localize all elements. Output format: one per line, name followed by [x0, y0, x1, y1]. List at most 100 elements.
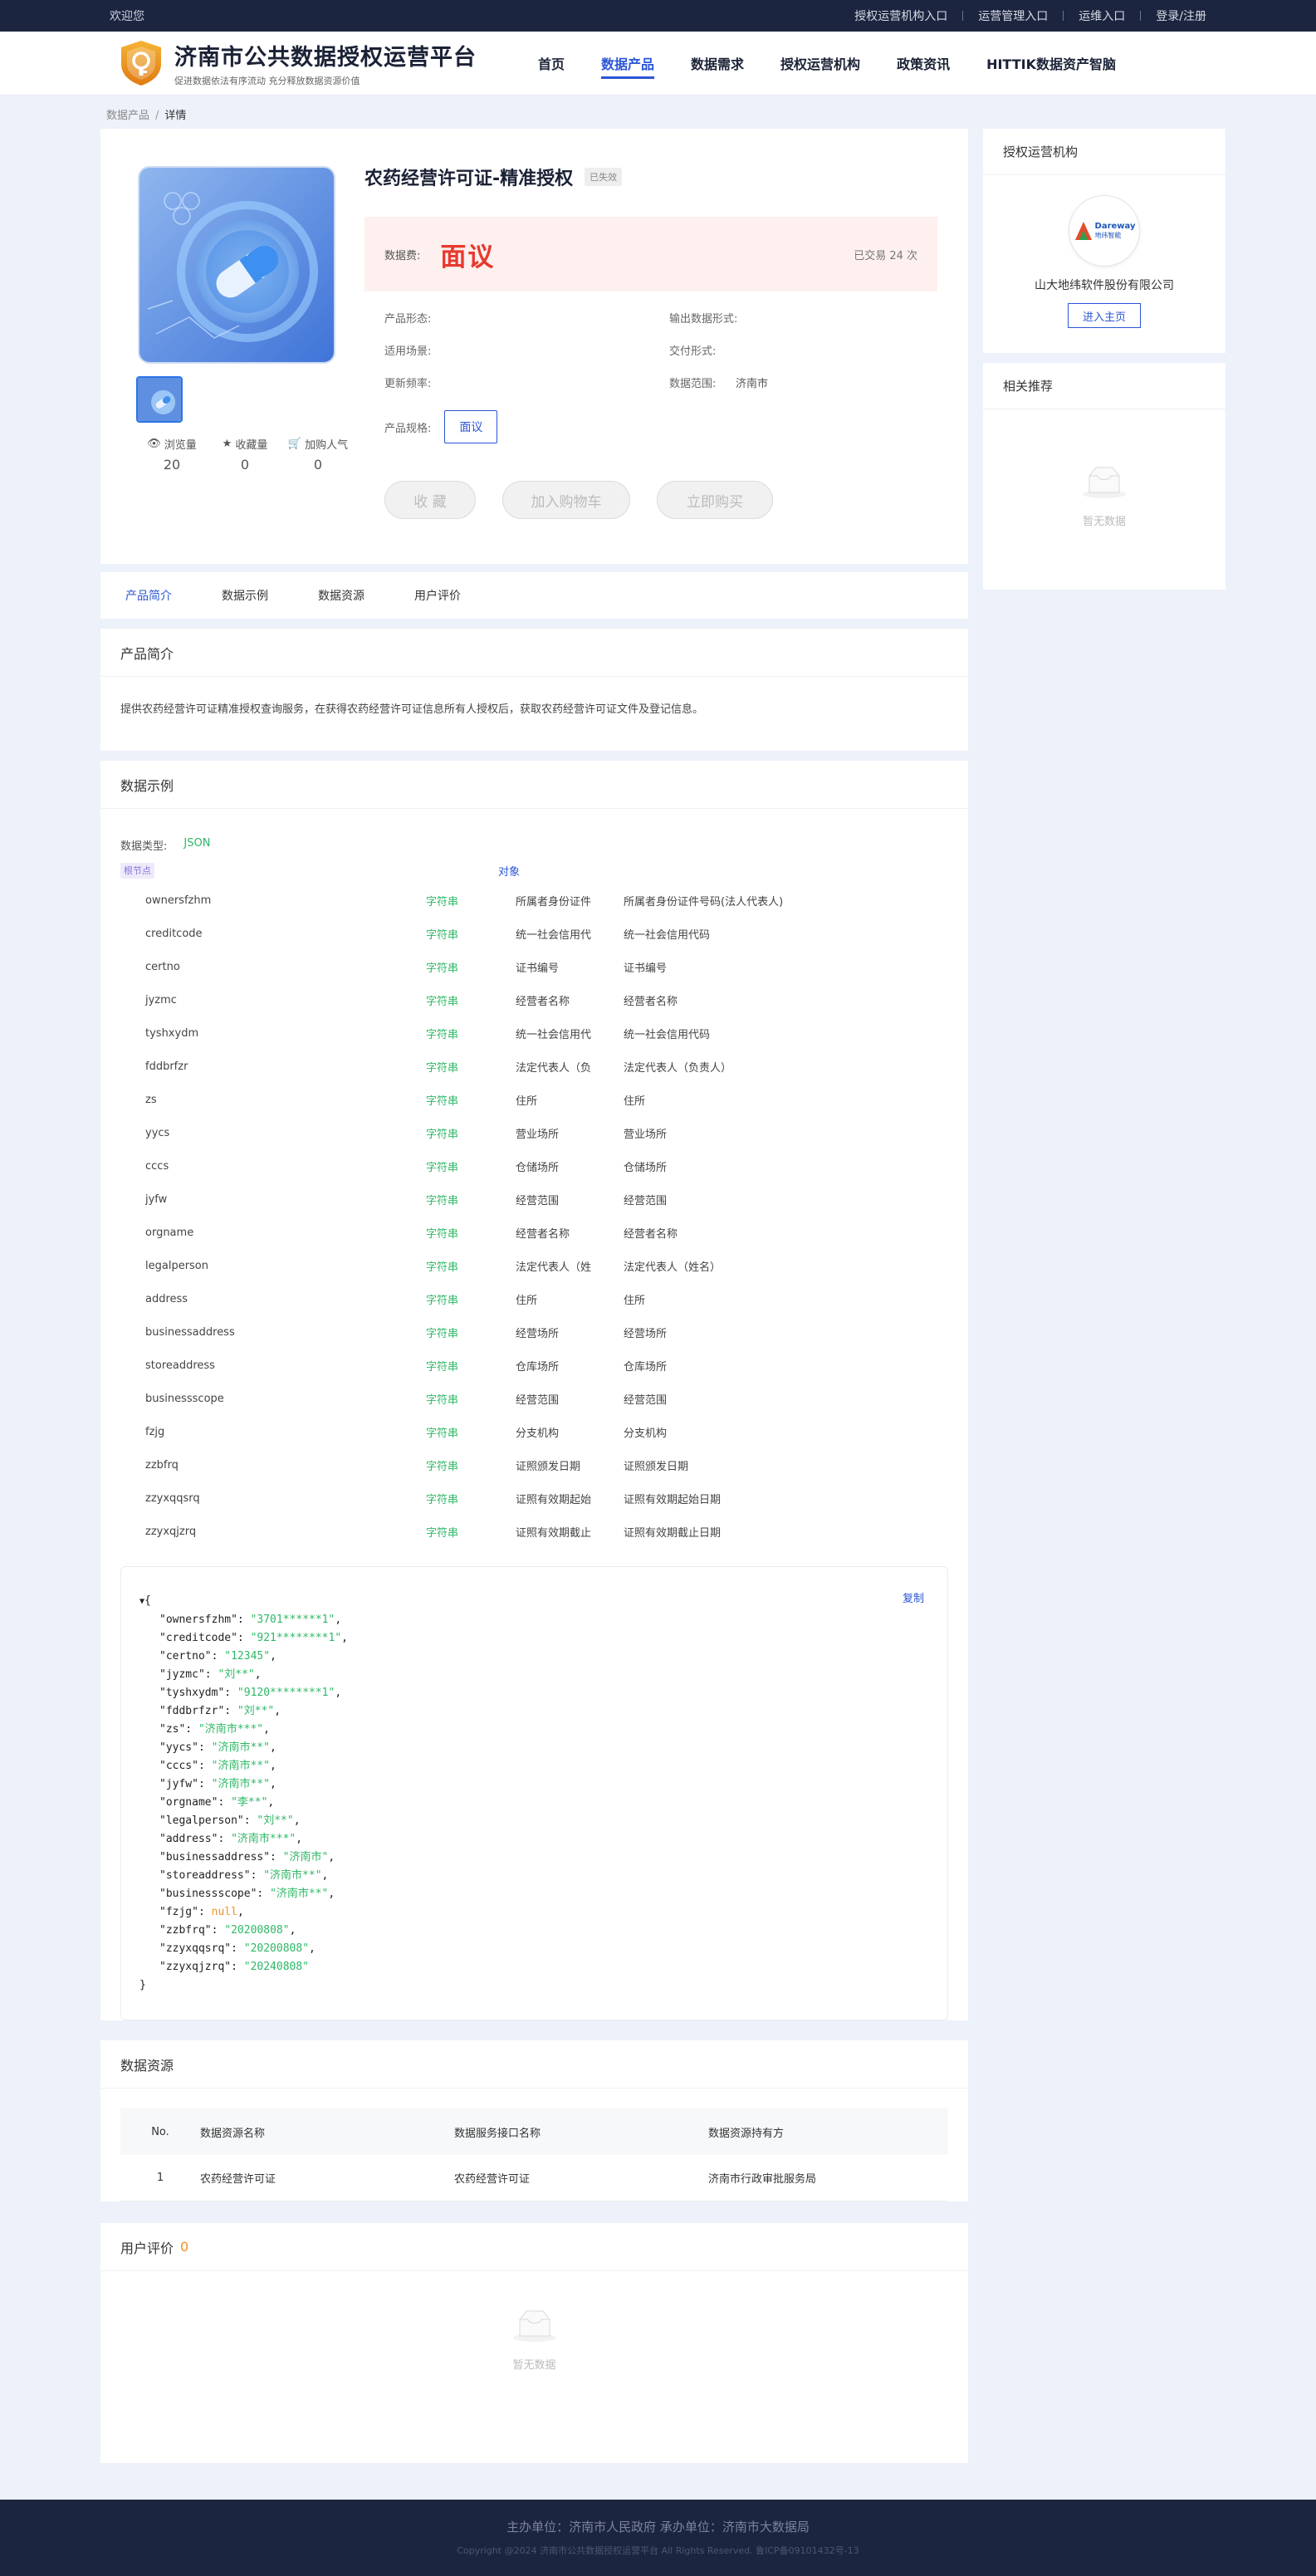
tab-resources[interactable]: 数据资源: [318, 587, 364, 604]
json-key: "creditcode":: [159, 1632, 251, 1644]
field-desc: 经营场所: [624, 1327, 668, 1340]
field-name: ownersfzhm: [145, 894, 212, 907]
site-logo[interactable]: 济南市公共数据授权运营平台 促进数据依法有序流动 充分释放数据资源价值: [118, 39, 477, 87]
welcome-text: 欢迎您: [110, 10, 144, 23]
footer-copyright: Copyright @2024 济南市公共数据授权运营平台 All Rights…: [457, 2545, 859, 2556]
json-value: "济南市**": [211, 1760, 270, 1772]
breadcrumb-sep: /: [155, 110, 159, 122]
field-row: certno 字符串 证书编号 证书编号: [100, 950, 968, 983]
shield-logo-icon: [121, 41, 161, 86]
buy-now-button[interactable]: 立即购买: [657, 481, 773, 519]
field-desc: 仓储场所: [624, 1161, 668, 1174]
json-key: "zs":: [159, 1723, 198, 1736]
product-thumbnail[interactable]: [136, 376, 183, 423]
org-entry-link[interactable]: 授权运营机构入口: [839, 7, 962, 24]
product-actions: 收 藏 加入购物车 立即购买: [364, 481, 937, 519]
field-short-desc: 住所: [516, 1095, 538, 1108]
login-register-link[interactable]: 登录/注册: [1141, 7, 1206, 24]
field-name: zs: [145, 1093, 157, 1106]
json-lines: "ownersfzhm": "3701******1", "creditcode"…: [139, 1611, 927, 1976]
json-key: "jyfw":: [159, 1778, 212, 1790]
json-line: "ownersfzhm": "3701******1",: [159, 1614, 342, 1626]
field-name: orgname: [145, 1226, 194, 1239]
reviews-empty: 暂无数据: [100, 2271, 968, 2463]
stat-value: 20: [163, 457, 181, 473]
field-name: cccs: [145, 1159, 169, 1173]
tab-reviews[interactable]: 用户评价: [414, 587, 461, 604]
empty-text: 暂无数据: [1082, 516, 1126, 528]
json-value: "12345": [224, 1650, 271, 1663]
nav-policy[interactable]: 政策资讯: [897, 32, 950, 95]
json-key: "storeaddress":: [159, 1869, 264, 1882]
json-value: "济南市**": [211, 1741, 270, 1754]
json-value: "刘**": [237, 1705, 275, 1717]
json-line: "cccs": "济南市**",: [159, 1760, 276, 1772]
field-short-desc: 经营范围: [516, 1393, 560, 1407]
price-label: 数据费:: [384, 249, 421, 262]
intro-section: 产品简介 提供农药经营许可证精准授权查询服务，在获得农药经营许可证信息所有人授权…: [100, 629, 968, 751]
field-short-desc: 证照有效期起始: [516, 1493, 592, 1506]
field-type: 字符串: [426, 1061, 459, 1075]
org-card: 授权运营机构 Dareway 地纬智能 山大地纬软件股份有限公司 进入主页: [983, 129, 1225, 353]
product-title: 农药经营许可证-精准授权: [364, 169, 574, 189]
field-short-desc: 法定代表人（姓: [516, 1261, 592, 1274]
org-logo[interactable]: Dareway 地纬智能: [1069, 195, 1140, 267]
nav-home[interactable]: 首页: [538, 32, 565, 95]
collapse-triangle-icon[interactable]: ▼: [139, 1597, 144, 1606]
add-cart-button[interactable]: 加入购物车: [502, 481, 630, 519]
tab-sample[interactable]: 数据示例: [222, 587, 268, 604]
json-key: "address":: [159, 1833, 232, 1845]
json-line: "legalperson": "刘**",: [159, 1814, 301, 1827]
field-type: 字符串: [426, 1493, 459, 1506]
main-nav: 首页 数据产品 数据需求 授权运营机构 政策资讯 HITTIK数据资产智脑: [520, 32, 1134, 95]
json-key: "zzyxqjzrq":: [159, 1961, 244, 1973]
json-value: null: [211, 1906, 237, 1918]
tab-intro[interactable]: 产品简介: [125, 587, 172, 604]
field-row: businessaddress 字符串 经营场所 经营场所: [100, 1315, 968, 1349]
spec-value: 济南市: [736, 378, 769, 390]
field-row: orgname 字符串 经营者名称 经营者名称: [100, 1216, 968, 1249]
json-key: "legalperson":: [159, 1814, 257, 1827]
field-type: 字符串: [426, 1360, 459, 1374]
json-line: "zzyxqqsrq": "20200808",: [159, 1942, 316, 1955]
json-value: "刘**": [218, 1668, 255, 1681]
nav-asset-brain[interactable]: HITTIK数据资产智脑: [986, 32, 1116, 95]
reviews-section: 用户评价 0 暂无数据: [100, 2223, 968, 2463]
nav-data-products[interactable]: 数据产品: [601, 32, 655, 95]
product-card: 👁 浏览量 20 ★ 收藏量 0 🛒 加购人气 0 农药经营许可证-精准授权 已失效 数…: [100, 129, 968, 564]
json-key: "jyzmc":: [159, 1668, 218, 1681]
json-key: "businessscope":: [159, 1888, 271, 1900]
breadcrumb-parent[interactable]: 数据产品: [106, 110, 149, 122]
json-line: "storeaddress": "济南市**",: [159, 1869, 329, 1882]
json-value: "济南市**": [211, 1778, 270, 1790]
ops-entry-link[interactable]: 运营管理入口: [963, 7, 1063, 24]
spec-option-button[interactable]: 面议: [444, 410, 498, 443]
field-row: zzyxqjzrq 字符串 证照有效期截止 证照有效期截止日期: [100, 1515, 968, 1548]
reviews-title: 用户评价: [120, 2240, 174, 2256]
recommend-title: 相关推荐: [983, 363, 1225, 409]
field-type: 字符串: [426, 1128, 459, 1141]
visit-homepage-button[interactable]: 进入主页: [1068, 303, 1141, 328]
section-title: 数据资源: [100, 2040, 968, 2089]
field-type: 字符串: [426, 1028, 459, 1041]
json-line: "address": "济南市***",: [159, 1833, 303, 1845]
json-value: "20200808": [243, 1942, 310, 1955]
spec-label: 数据范围:: [669, 378, 717, 390]
field-name: zzyxqjzrq: [145, 1525, 197, 1538]
field-name: certno: [145, 960, 180, 973]
maintenance-entry-link[interactable]: 运维入口: [1064, 7, 1140, 24]
json-line: "creditcode": "921********1",: [159, 1632, 348, 1644]
product-image: [138, 166, 335, 364]
data-type-row: 数据类型: JSON: [100, 809, 968, 853]
stat-label: 收藏量: [235, 439, 268, 452]
data-type-label: 数据类型:: [120, 840, 168, 853]
field-desc: 经营范围: [624, 1194, 668, 1207]
field-desc: 住所: [624, 1095, 646, 1108]
tree-header: 根节点 对象: [100, 863, 968, 879]
field-row: fzjg 字符串 分支机构 分支机构: [100, 1415, 968, 1448]
nav-data-demand[interactable]: 数据需求: [691, 32, 744, 95]
collect-button[interactable]: 收 藏: [384, 481, 476, 519]
copy-button[interactable]: 复制: [903, 1590, 924, 1609]
nav-operators[interactable]: 授权运营机构: [780, 32, 860, 95]
json-line: "jyzmc": "刘**",: [159, 1668, 262, 1681]
